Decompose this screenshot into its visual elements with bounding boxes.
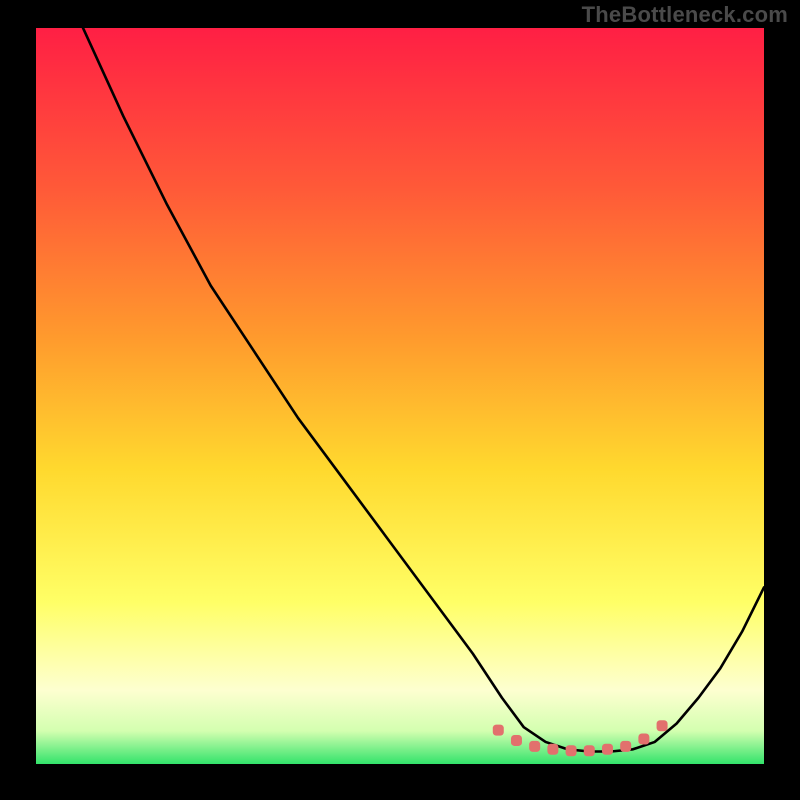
marker-dot xyxy=(529,741,540,752)
chart-frame: TheBottleneck.com xyxy=(0,0,800,800)
marker-dot xyxy=(493,725,504,736)
marker-dot xyxy=(620,741,631,752)
marker-dot xyxy=(584,745,595,756)
marker-dot xyxy=(638,733,649,744)
gradient-background xyxy=(36,28,764,764)
marker-dot xyxy=(566,745,577,756)
watermark-text: TheBottleneck.com xyxy=(582,2,788,28)
plot-area xyxy=(36,28,764,764)
marker-dot xyxy=(602,744,613,755)
marker-dot xyxy=(657,720,668,731)
chart-svg xyxy=(36,28,764,764)
marker-dot xyxy=(547,744,558,755)
marker-dot xyxy=(511,735,522,746)
